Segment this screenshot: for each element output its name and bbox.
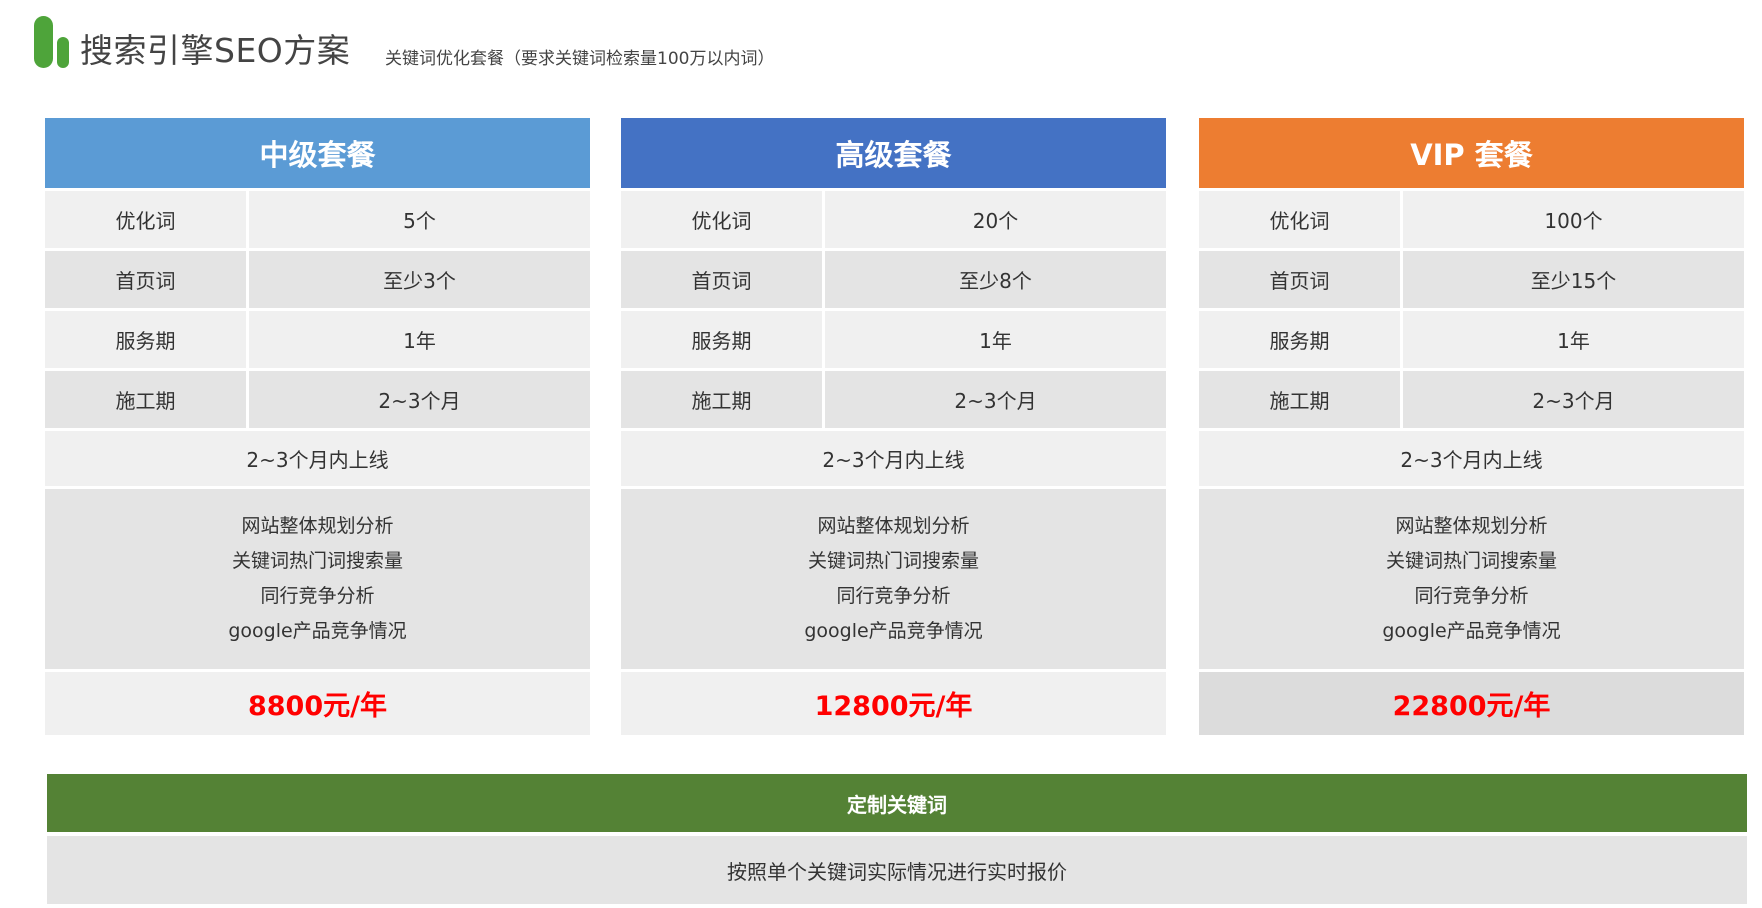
feature-item: 网站整体规划分析 bbox=[1395, 515, 1548, 537]
feature-item: 网站整体规划分析 bbox=[241, 515, 394, 537]
plan-price: 8800元/年 bbox=[45, 672, 590, 735]
row-label: 服务期 bbox=[1199, 311, 1400, 368]
row-label: 施工期 bbox=[1199, 371, 1400, 428]
custom-keywords-section: 定制关键词 按照单个关键词实际情况进行实时报价 bbox=[47, 774, 1747, 904]
plan-row: 施工期 2~3个月 bbox=[1199, 371, 1744, 428]
plan-online: 2~3个月内上线 bbox=[621, 431, 1166, 486]
row-value: 至少3个 bbox=[249, 251, 590, 308]
custom-description: 按照单个关键词实际情况进行实时报价 bbox=[47, 836, 1747, 904]
plan-features: 网站整体规划分析 关键词热门词搜索量 同行竞争分析 google产品竞争情况 bbox=[621, 489, 1166, 669]
plan-card-vip: VIP 套餐 优化词 100个 首页词 至少15个 服务期 1年 施工期 2~3… bbox=[1199, 118, 1744, 735]
row-label: 优化词 bbox=[621, 191, 822, 248]
feature-item: 同行竞争分析 bbox=[836, 585, 951, 607]
plan-features: 网站整体规划分析 关键词热门词搜索量 同行竞争分析 google产品竞争情况 bbox=[45, 489, 590, 669]
row-label: 首页词 bbox=[621, 251, 822, 308]
row-label: 首页词 bbox=[45, 251, 246, 308]
row-value: 至少8个 bbox=[825, 251, 1166, 308]
row-value: 1年 bbox=[825, 311, 1166, 368]
feature-item: 关键词热门词搜索量 bbox=[807, 550, 979, 572]
plan-card-mid: 中级套餐 优化词 5个 首页词 至少3个 服务期 1年 施工期 2~3个月 2~… bbox=[45, 118, 590, 735]
row-value: 20个 bbox=[825, 191, 1166, 248]
plan-row: 首页词 至少8个 bbox=[621, 251, 1166, 308]
plan-row: 首页词 至少3个 bbox=[45, 251, 590, 308]
plan-card-high: 高级套餐 优化词 20个 首页词 至少8个 服务期 1年 施工期 2~3个月 2… bbox=[621, 118, 1166, 735]
row-label: 首页词 bbox=[1199, 251, 1400, 308]
plan-row: 服务期 1年 bbox=[621, 311, 1166, 368]
row-value: 1年 bbox=[249, 311, 590, 368]
row-value: 100个 bbox=[1403, 191, 1744, 248]
feature-item: google产品竞争情况 bbox=[228, 620, 407, 642]
plan-price: 12800元/年 bbox=[621, 672, 1166, 735]
page-title: 搜索引擎SEO方案 bbox=[80, 31, 351, 70]
plan-name: 高级套餐 bbox=[621, 118, 1166, 188]
plan-row: 首页词 至少15个 bbox=[1199, 251, 1744, 308]
plan-row: 施工期 2~3个月 bbox=[621, 371, 1166, 428]
feature-item: 同行竞争分析 bbox=[1414, 585, 1529, 607]
plan-price: 22800元/年 bbox=[1199, 672, 1744, 735]
row-label: 优化词 bbox=[45, 191, 246, 248]
plan-row: 优化词 5个 bbox=[45, 191, 590, 248]
plan-row: 施工期 2~3个月 bbox=[45, 371, 590, 428]
logo-icon bbox=[34, 16, 74, 68]
feature-item: google产品竞争情况 bbox=[1382, 620, 1561, 642]
plan-online: 2~3个月内上线 bbox=[1199, 431, 1744, 486]
plan-row: 服务期 1年 bbox=[45, 311, 590, 368]
page-header: 搜索引擎SEO方案 关键词优化套餐（要求关键词检索量100万以内词） bbox=[34, 16, 1034, 76]
row-label: 施工期 bbox=[621, 371, 822, 428]
row-label: 施工期 bbox=[45, 371, 246, 428]
plan-online: 2~3个月内上线 bbox=[45, 431, 590, 486]
row-value: 5个 bbox=[249, 191, 590, 248]
row-value: 1年 bbox=[1403, 311, 1744, 368]
row-label: 服务期 bbox=[45, 311, 246, 368]
page-subtitle: 关键词优化套餐（要求关键词检索量100万以内词） bbox=[385, 49, 775, 69]
plan-row: 优化词 20个 bbox=[621, 191, 1166, 248]
feature-item: 同行竞争分析 bbox=[260, 585, 375, 607]
feature-item: 关键词热门词搜索量 bbox=[231, 550, 403, 572]
plan-row: 优化词 100个 bbox=[1199, 191, 1744, 248]
feature-item: 网站整体规划分析 bbox=[817, 515, 970, 537]
plan-features: 网站整体规划分析 关键词热门词搜索量 同行竞争分析 google产品竞争情况 bbox=[1199, 489, 1744, 669]
plan-row: 服务期 1年 bbox=[1199, 311, 1744, 368]
plan-name: VIP 套餐 bbox=[1199, 118, 1744, 188]
row-label: 优化词 bbox=[1199, 191, 1400, 248]
row-value: 至少15个 bbox=[1403, 251, 1744, 308]
feature-item: google产品竞争情况 bbox=[804, 620, 983, 642]
row-value: 2~3个月 bbox=[1403, 371, 1744, 428]
row-label: 服务期 bbox=[621, 311, 822, 368]
plan-name: 中级套餐 bbox=[45, 118, 590, 188]
row-value: 2~3个月 bbox=[825, 371, 1166, 428]
custom-title: 定制关键词 bbox=[47, 774, 1747, 832]
feature-item: 关键词热门词搜索量 bbox=[1385, 550, 1557, 572]
row-value: 2~3个月 bbox=[249, 371, 590, 428]
